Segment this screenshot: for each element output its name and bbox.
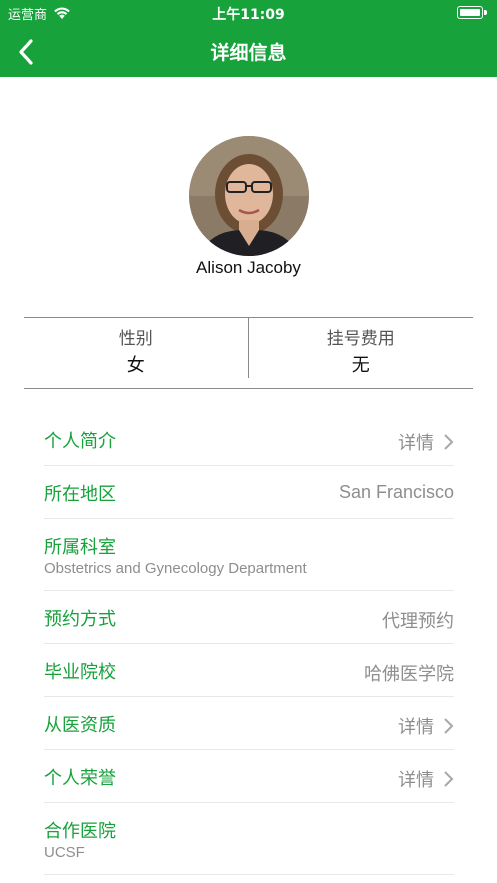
row-honors[interactable]: 个人荣誉 详情: [44, 750, 454, 803]
summary-box: 性别 女 挂号费用 无: [24, 317, 473, 389]
row-value: 详情: [398, 433, 434, 454]
chevron-right-icon: [444, 718, 454, 734]
nav-bar: 详细信息: [0, 26, 497, 77]
row-department[interactable]: 所属科室 Obstetrics and Gynecology Departmen…: [44, 519, 454, 591]
page-title: 详细信息: [210, 42, 287, 64]
row-subtitle: Obstetrics and Gynecology Department: [44, 560, 307, 577]
row-subtitle: UCSF: [44, 844, 85, 861]
row-value: 详情: [398, 770, 434, 791]
row-title: 合作医院: [44, 821, 116, 842]
row-title: 从医资质: [44, 715, 116, 736]
row-title: 毕业院校: [44, 662, 116, 683]
row-value: San Francisco: [338, 482, 454, 502]
row-intro[interactable]: 个人简介 详情: [44, 413, 454, 466]
row-title: 所属科室: [44, 537, 116, 558]
row-region[interactable]: 所在地区 San Francisco: [44, 466, 454, 519]
row-title: 个人简介: [44, 431, 116, 452]
gender-label: 性别: [118, 329, 153, 349]
battery-icon: [457, 6, 487, 19]
row-value: 哈佛医学院: [364, 664, 454, 685]
row-booking[interactable]: 预约方式 代理预约: [44, 591, 454, 644]
detail-list: 个人简介 详情 所在地区 San Francisco 所属科室 Obstetri…: [44, 413, 454, 875]
chevron-right-icon: [444, 771, 454, 787]
row-hospital[interactable]: 合作医院 UCSF: [44, 803, 454, 875]
row-qualification[interactable]: 从医资质 详情: [44, 697, 454, 750]
avatar: [188, 136, 309, 256]
chevron-right-icon: [444, 434, 454, 450]
gender-cell: 性别 女: [24, 318, 249, 378]
row-title: 预约方式: [44, 609, 116, 630]
row-title: 个人荣誉: [44, 768, 116, 789]
fee-label: 挂号费用: [326, 329, 395, 349]
row-value: 详情: [398, 717, 434, 738]
gender-value: 女: [126, 355, 145, 376]
battery-level: [459, 8, 480, 16]
row-title: 所在地区: [44, 484, 116, 505]
avatar-photo: [188, 136, 309, 256]
fee-value: 无: [351, 355, 370, 376]
row-value: 代理预约: [382, 611, 454, 632]
doctor-name: Alison Jacoby: [196, 258, 301, 277]
status-bar: 运营商 上午11:09: [0, 0, 497, 26]
status-time: 上午11:09: [212, 7, 285, 23]
doctor-profile: Alison Jacoby: [0, 136, 497, 278]
row-school[interactable]: 毕业院校 哈佛医学院: [44, 644, 454, 697]
fee-cell: 挂号费用 无: [249, 318, 474, 388]
